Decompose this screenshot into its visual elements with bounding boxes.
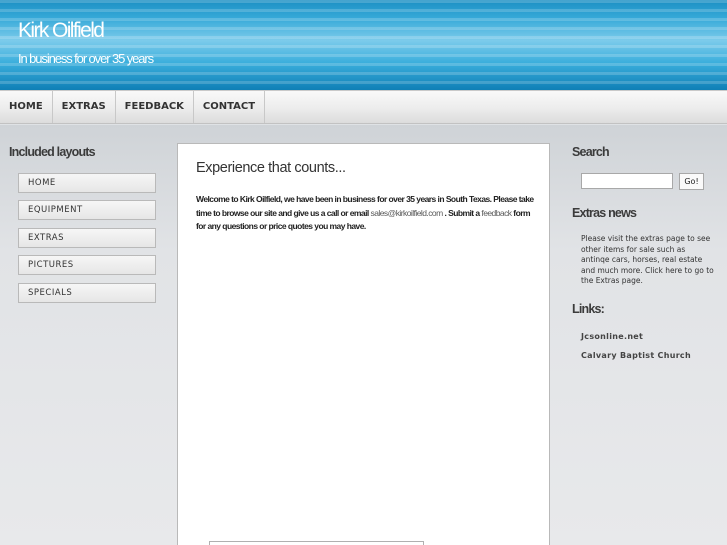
nav-contact-link[interactable]: CONTACT xyxy=(194,91,266,123)
link-jcsonline[interactable]: Jcsonline.net xyxy=(581,331,691,350)
link-calvary-baptist-church[interactable]: Calvary Baptist Church xyxy=(581,350,691,369)
feedback-link[interactable]: feedback xyxy=(481,208,512,218)
right-sidebar: Search Go! Extras news Please visit the … xyxy=(572,145,722,360)
search-form: Go! xyxy=(581,173,704,190)
left-sidebar-menu: HOME EQUIPMENT EXTRAS PICTURES SPECIALS xyxy=(18,173,156,310)
nav-feedback-link[interactable]: FEEDBACK xyxy=(116,91,194,123)
links-list: Jcsonline.net Calvary Baptist Church xyxy=(581,331,691,369)
site-header: Kirk Oilfield In business for over 35 ye… xyxy=(0,0,727,90)
sidebar-item-pictures[interactable]: PICTURES xyxy=(18,255,156,276)
site-title[interactable]: Kirk Oilfield xyxy=(18,19,105,43)
nav-home-link[interactable]: HOME xyxy=(0,91,53,123)
extras-news-text[interactable]: Please visit the extras page to see othe… xyxy=(581,234,715,287)
welcome-text-part2: . Submit a xyxy=(442,207,482,218)
top-nav: HOME EXTRAS FEEDBACK CONTACT xyxy=(0,90,727,124)
sidebar-item-equipment[interactable]: EQUIPMENT xyxy=(18,200,156,221)
email-link[interactable]: sales@kirkoilfield.com xyxy=(371,208,444,218)
links-heading: Links: xyxy=(572,302,605,316)
extras-news-heading: Extras news xyxy=(572,206,637,220)
main-content-panel: Experience that counts... Welcome to Kir… xyxy=(177,143,550,545)
search-go-button[interactable]: Go! xyxy=(679,173,704,190)
sidebar-item-extras[interactable]: EXTRAS xyxy=(18,227,156,248)
embedded-frame xyxy=(209,541,424,545)
main-welcome-text: Welcome to Kirk Oilfield, we have been i… xyxy=(196,193,541,234)
sidebar-item-specials[interactable]: SPECIALS xyxy=(18,282,156,303)
sidebar-item-home[interactable]: HOME xyxy=(18,173,156,193)
nav-extras-link[interactable]: EXTRAS xyxy=(53,91,116,123)
search-input[interactable] xyxy=(581,173,673,189)
left-sidebar-heading: Included layouts xyxy=(9,145,96,159)
search-heading: Search xyxy=(572,145,610,159)
main-heading: Experience that counts... xyxy=(196,160,346,176)
site-tagline: In business for over 35 years xyxy=(18,51,154,66)
